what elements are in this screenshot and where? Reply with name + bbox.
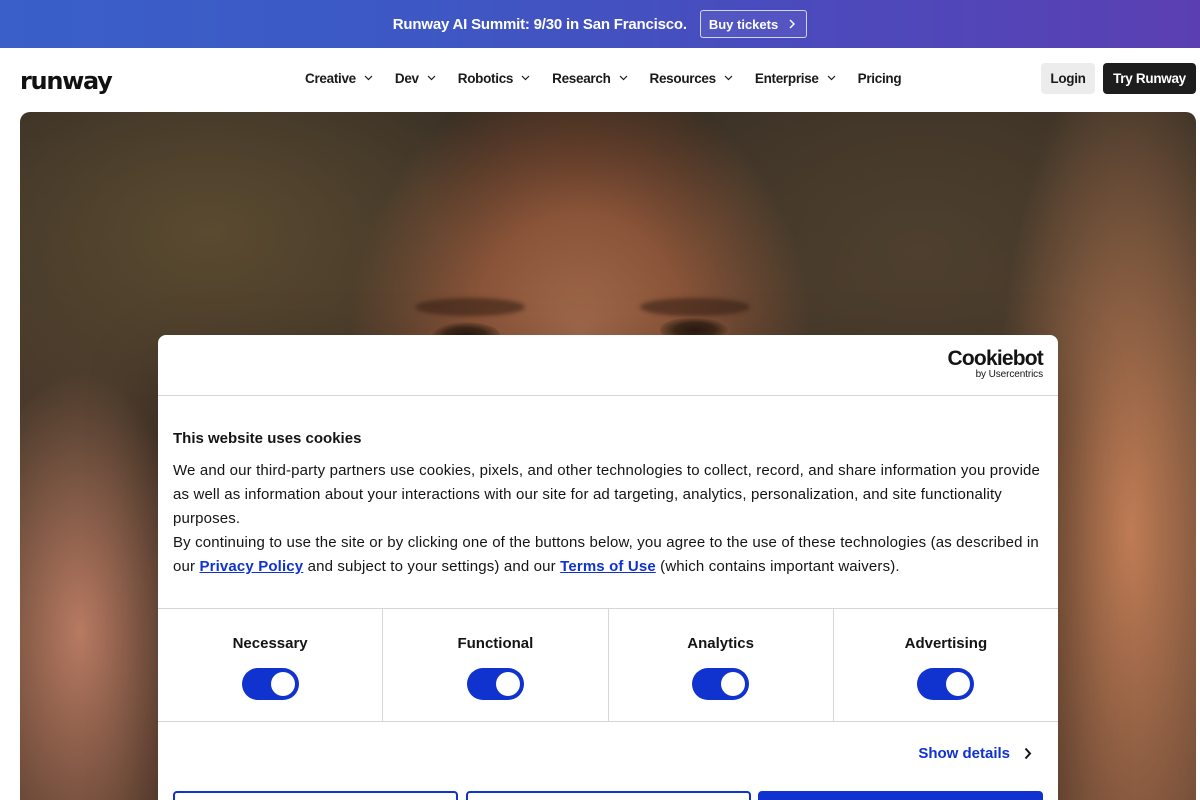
cookiebot-brand: Cookiebot	[947, 347, 1044, 370]
chevron-down-icon	[364, 75, 373, 81]
nav-item-dev[interactable]: Dev	[395, 71, 436, 86]
category-label: Advertising	[904, 635, 988, 652]
category-label: Analytics	[687, 635, 754, 652]
nav-item-robotics[interactable]: Robotics	[458, 71, 530, 86]
nav-item-label: Dev	[394, 70, 419, 86]
cookie-deny-button[interactable]	[173, 791, 458, 800]
nav-item-label: Research	[552, 70, 611, 86]
necessary-toggle[interactable]	[241, 668, 299, 700]
buy-tickets-button[interactable]: Buy tickets	[699, 10, 808, 38]
login-button[interactable]: Login	[1041, 63, 1095, 94]
terms-of-use-link[interactable]: Terms of Use	[560, 558, 656, 575]
chevron-down-icon	[827, 75, 836, 81]
show-details-label: Show details	[918, 745, 1010, 762]
chevron-right-icon	[1024, 747, 1032, 760]
try-runway-button[interactable]: Try Runway	[1103, 63, 1196, 94]
chevron-right-icon	[789, 19, 796, 29]
nav-item-pricing[interactable]: Pricing	[858, 71, 902, 86]
nav-item-creative[interactable]: Creative	[305, 71, 373, 86]
cookie-category-analytics: Analytics	[609, 609, 834, 721]
cookiebot-brand-sub: by Usercentrics	[975, 369, 1044, 380]
main-navigation: runway Creative Dev Robotics Research Re…	[0, 48, 1200, 112]
cookie-paragraph-2-end: (which contains important waivers).	[655, 558, 900, 575]
hero-photo-detail	[415, 298, 525, 316]
hero-photo-detail	[640, 298, 750, 316]
nav-item-label: Creative	[305, 70, 356, 86]
cookie-category-advertising: Advertising	[834, 609, 1058, 721]
chevron-down-icon	[724, 75, 733, 81]
nav-item-label: Resources	[649, 70, 717, 86]
cookie-allow-all-button[interactable]	[758, 791, 1043, 800]
cookie-dialog-body: This website uses cookies We and our thi…	[158, 396, 1058, 579]
analytics-toggle[interactable]	[692, 668, 750, 700]
nav-item-label: Pricing	[857, 70, 902, 86]
cookie-categories: Necessary Functional Analytics Advertisi…	[158, 608, 1058, 722]
nav-item-label: Robotics	[457, 70, 514, 86]
nav-item-label: Enterprise	[754, 70, 819, 86]
nav-item-enterprise[interactable]: Enterprise	[755, 71, 836, 86]
nav-menu: Creative Dev Robotics Research Resources…	[305, 68, 923, 88]
functional-toggle[interactable]	[466, 668, 524, 700]
category-label: Functional	[457, 635, 534, 652]
category-label: Necessary	[232, 635, 308, 652]
cookie-category-necessary: Necessary	[158, 609, 384, 721]
cookie-category-functional: Functional	[383, 609, 609, 721]
banner-text: Runway AI Summit: 9/30 in San Francisco.	[392, 15, 687, 33]
runway-logo[interactable]: runway	[20, 67, 113, 95]
show-details-link[interactable]: Show details	[918, 745, 1032, 762]
chevron-down-icon	[427, 75, 436, 81]
advertising-toggle[interactable]	[917, 668, 975, 700]
announcement-banner: Runway AI Summit: 9/30 in San Francisco.…	[0, 0, 1200, 48]
cookie-dialog-title: This website uses cookies	[173, 430, 362, 447]
cookie-paragraph-2-mid: and subject to your settings) and our	[303, 558, 561, 575]
cookiebot-logo: Cookiebot by Usercentrics	[947, 347, 1044, 380]
nav-item-resources[interactable]: Resources	[650, 71, 733, 86]
cookie-customize-button[interactable]	[466, 791, 751, 800]
cookie-consent-dialog: Cookiebot by Usercentrics This website u…	[158, 335, 1058, 800]
buy-tickets-label: Buy tickets	[708, 16, 779, 32]
cookie-paragraph-2: By continuing to use the site or by clic…	[173, 531, 1043, 579]
privacy-policy-link[interactable]: Privacy Policy	[199, 558, 303, 575]
chevron-down-icon	[521, 75, 530, 81]
nav-item-research[interactable]: Research	[552, 71, 627, 86]
cookie-dialog-header: Cookiebot by Usercentrics	[158, 335, 1058, 396]
cookie-paragraph-1: We and our third-party partners use cook…	[173, 462, 1041, 527]
chevron-down-icon	[619, 75, 627, 81]
